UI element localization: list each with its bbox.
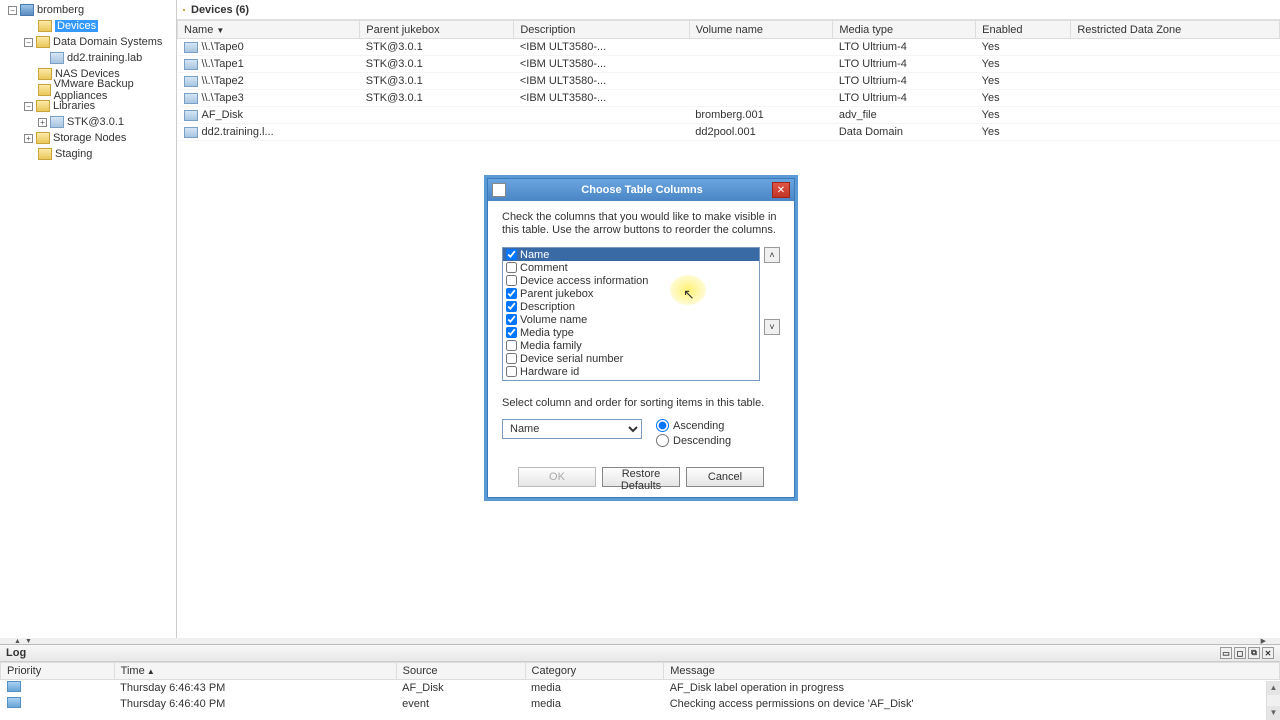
move-up-button[interactable]: ˄ xyxy=(764,247,780,263)
log-col-header[interactable]: Source xyxy=(396,663,525,680)
log-row[interactable]: Thursday 6:46:40 PMeventmediaChecking ac… xyxy=(1,696,1280,712)
table-row[interactable]: \\.\Tape2STK@3.0.1<IBM ULT3580-...LTO Ul… xyxy=(178,73,1280,90)
col-header[interactable]: Parent jukebox xyxy=(360,21,514,39)
nav-tree: −bromberg Devices −Data Domain Systems d… xyxy=(0,0,177,640)
devices-table: Name▼Parent jukeboxDescriptionVolume nam… xyxy=(177,20,1280,141)
device-icon xyxy=(184,42,198,53)
log-title: Log xyxy=(6,647,26,659)
column-option[interactable]: Volume name xyxy=(503,313,759,326)
column-option[interactable]: Name xyxy=(503,248,759,261)
col-header[interactable]: Description xyxy=(514,21,689,39)
log-min-icon[interactable]: ▭ xyxy=(1220,647,1232,659)
scroll-down-icon[interactable]: ▼ xyxy=(1267,706,1280,720)
col-header[interactable]: Name▼ xyxy=(178,21,360,39)
column-checkbox[interactable] xyxy=(506,301,517,312)
log-col-header[interactable]: Time ▲ xyxy=(114,663,396,680)
ok-button[interactable]: OK xyxy=(518,467,596,487)
table-row[interactable]: \\.\Tape1STK@3.0.1<IBM ULT3580-...LTO Ul… xyxy=(178,56,1280,73)
column-checkbox[interactable] xyxy=(506,353,517,364)
device-icon xyxy=(184,110,198,121)
column-option[interactable]: Hardware id xyxy=(503,365,759,378)
device-icon xyxy=(184,127,198,138)
columns-list[interactable]: NameCommentDevice access informationPare… xyxy=(502,247,760,381)
tree-host[interactable]: −bromberg xyxy=(0,2,176,18)
column-checkbox[interactable] xyxy=(506,262,517,273)
column-option[interactable]: Description xyxy=(503,300,759,313)
info-icon xyxy=(7,681,21,692)
dialog-instruction: Check the columns that you would like to… xyxy=(502,211,780,237)
column-checkbox[interactable] xyxy=(506,288,517,299)
device-icon xyxy=(184,59,198,70)
log-close-icon[interactable]: ✕ xyxy=(1262,647,1274,659)
log-scrollbar[interactable]: ▲ ▼ xyxy=(1266,681,1280,720)
log-panel: Log ▭ ◻ ⧉ ✕ PriorityTime ▲SourceCategory… xyxy=(0,644,1280,720)
col-header[interactable]: Volume name xyxy=(689,21,833,39)
column-option[interactable]: Media type xyxy=(503,326,759,339)
dialog-title: Choose Table Columns xyxy=(512,184,772,196)
log-row[interactable]: Thursday 6:46:43 PMAF_DiskmediaAF_Disk l… xyxy=(1,680,1280,697)
tree-dds[interactable]: −Data Domain Systems xyxy=(0,34,176,50)
restore-defaults-button[interactable]: Restore Defaults xyxy=(602,467,680,487)
sort-column-select[interactable]: Name xyxy=(502,419,642,439)
descending-radio[interactable]: Descending xyxy=(656,434,731,447)
content-header: Devices (6) xyxy=(177,0,1280,20)
col-header[interactable]: Enabled xyxy=(976,21,1071,39)
col-header[interactable]: Restricted Data Zone xyxy=(1071,21,1280,39)
log-col-header[interactable]: Priority xyxy=(1,663,115,680)
close-button[interactable]: ✕ xyxy=(772,182,790,198)
sort-instruction: Select column and order for sorting item… xyxy=(502,397,780,409)
table-row[interactable]: dd2.training.l...dd2pool.001Data DomainY… xyxy=(178,124,1280,141)
column-checkbox[interactable] xyxy=(506,327,517,338)
column-option[interactable]: Parent jukebox xyxy=(503,287,759,300)
col-header[interactable]: Media type xyxy=(833,21,976,39)
column-option[interactable]: Device serial number xyxy=(503,352,759,365)
app-icon xyxy=(492,183,506,197)
device-icon xyxy=(184,76,198,87)
column-checkbox[interactable] xyxy=(506,314,517,325)
column-checkbox[interactable] xyxy=(506,340,517,351)
table-row[interactable]: AF_Diskbromberg.001adv_fileYes xyxy=(178,107,1280,124)
column-checkbox[interactable] xyxy=(506,366,517,377)
tree-vmware[interactable]: VMware Backup Appliances xyxy=(0,82,176,98)
tree-devices[interactable]: Devices xyxy=(0,18,176,34)
log-col-header[interactable]: Message xyxy=(664,663,1280,680)
column-option[interactable]: Comment xyxy=(503,261,759,274)
column-option[interactable]: Device access information xyxy=(503,274,759,287)
info-icon xyxy=(7,697,21,708)
column-checkbox[interactable] xyxy=(506,249,517,260)
table-row[interactable]: \\.\Tape0STK@3.0.1<IBM ULT3580-...LTO Ul… xyxy=(178,39,1280,56)
content-title: Devices (6) xyxy=(191,4,249,16)
table-row[interactable]: \\.\Tape3STK@3.0.1<IBM ULT3580-...LTO Ul… xyxy=(178,90,1280,107)
scroll-up-icon[interactable]: ▲ xyxy=(1267,681,1280,695)
log-col-header[interactable]: Category xyxy=(525,663,664,680)
column-checkbox[interactable] xyxy=(506,275,517,286)
column-option[interactable]: Media family xyxy=(503,339,759,352)
choose-columns-dialog: Choose Table Columns ✕ Check the columns… xyxy=(487,178,795,498)
ascending-radio[interactable]: Ascending xyxy=(656,419,731,432)
move-down-button[interactable]: ˅ xyxy=(764,319,780,335)
folder-icon xyxy=(183,9,185,11)
log-max-icon[interactable]: ◻ xyxy=(1234,647,1246,659)
tree-dd2lab[interactable]: dd2.training.lab xyxy=(0,50,176,66)
device-icon xyxy=(184,93,198,104)
tree-stk[interactable]: +STK@3.0.1 xyxy=(0,114,176,130)
tree-storage[interactable]: +Storage Nodes xyxy=(0,130,176,146)
log-pop-icon[interactable]: ⧉ xyxy=(1248,647,1260,659)
tree-staging[interactable]: Staging xyxy=(0,146,176,162)
cancel-button[interactable]: Cancel xyxy=(686,467,764,487)
